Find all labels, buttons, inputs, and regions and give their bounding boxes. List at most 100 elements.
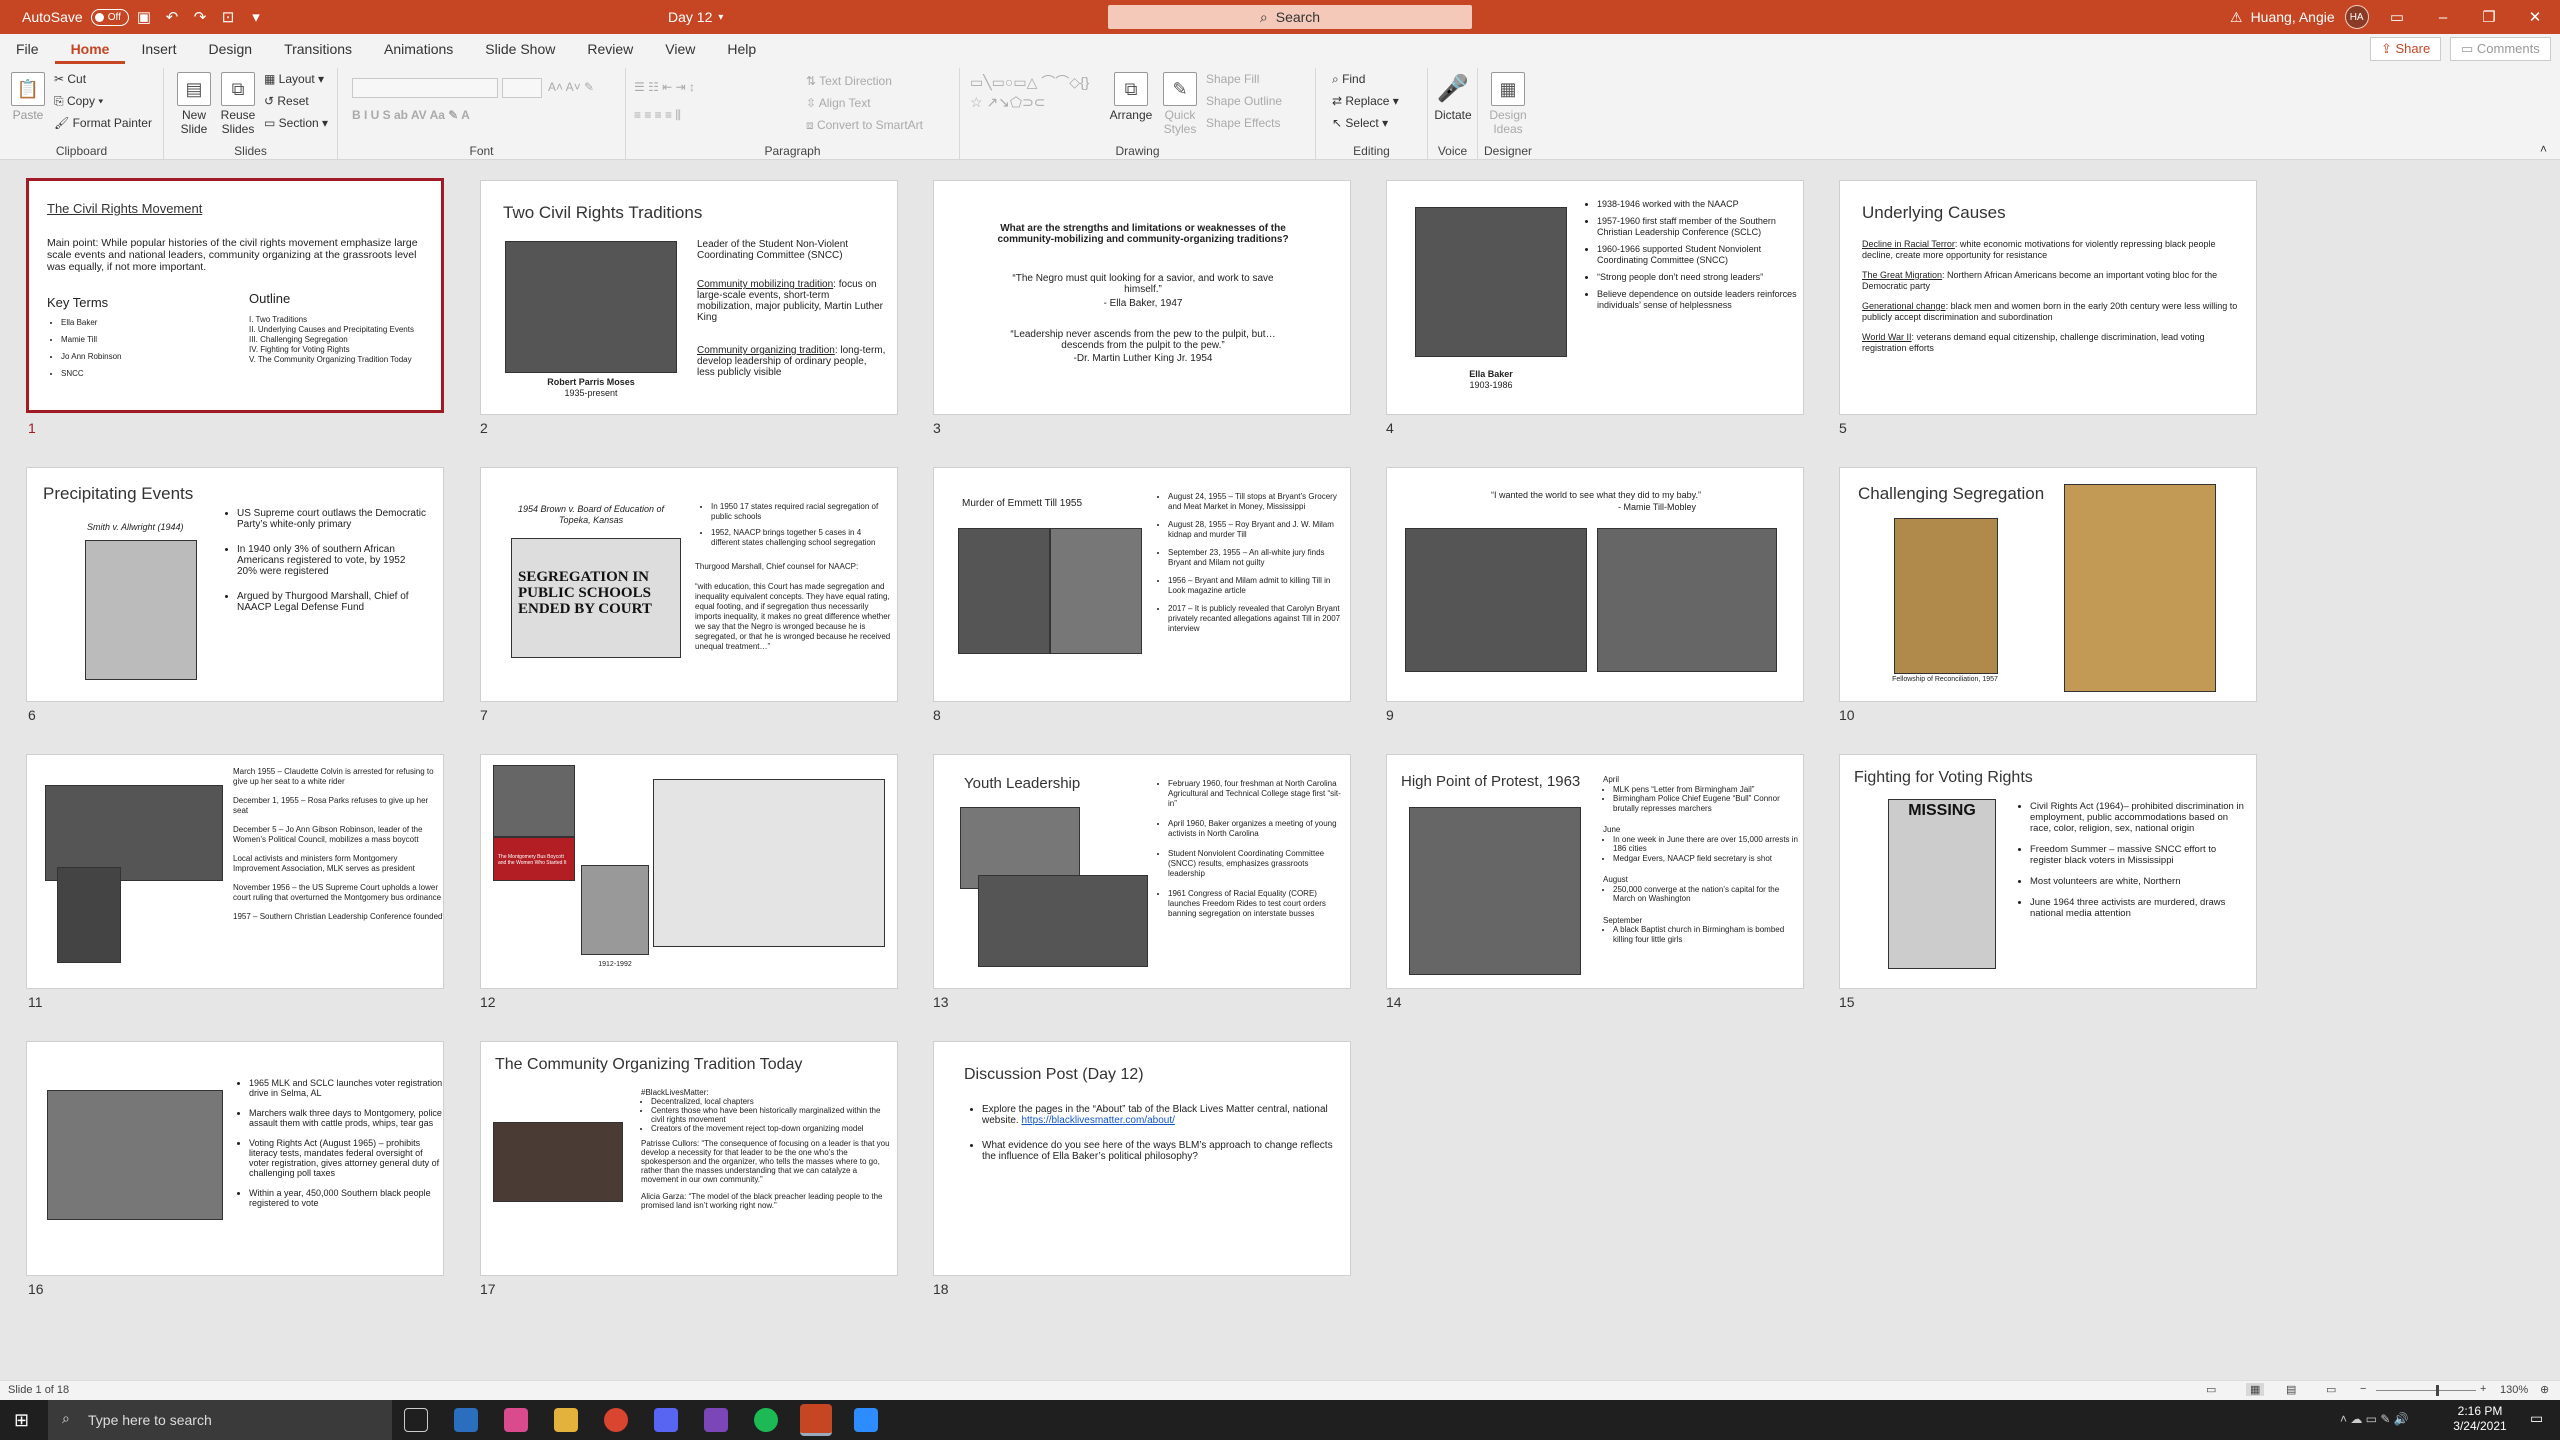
slide-thumbnail-2[interactable]: Two Civil Rights Traditions Robert Parri… — [480, 180, 898, 415]
share-button[interactable]: ⇪ Share — [2370, 37, 2442, 61]
replace-button[interactable]: ⇄ Replace ▾ — [1332, 94, 1399, 108]
tab-transitions[interactable]: Transitions — [268, 34, 368, 64]
shape-fill-button[interactable]: Shape Fill — [1206, 72, 1259, 86]
shape-effects-button[interactable]: Shape Effects — [1206, 116, 1281, 130]
shape-outline-button[interactable]: Shape Outline — [1206, 94, 1282, 108]
windows-start-icon[interactable]: ⊞ — [14, 1410, 29, 1431]
steam-icon[interactable] — [454, 1408, 478, 1432]
zoom-level[interactable]: 130% — [2500, 1384, 2528, 1396]
minimize-icon[interactable]: – — [2420, 9, 2466, 26]
slide-thumbnail-16[interactable]: 1965 MLK and SCLC launches voter registr… — [26, 1041, 444, 1276]
tab-review[interactable]: Review — [571, 34, 649, 64]
comments-button[interactable]: ▭ Comments — [2450, 37, 2551, 61]
zoom-in-icon[interactable]: + — [2480, 1383, 2486, 1395]
task-view-icon[interactable] — [404, 1408, 428, 1432]
design-ideas-button[interactable]: ▦ Design Ideas — [1484, 72, 1532, 136]
slide-thumbnail-15[interactable]: Fighting for Voting Rights MISSING Civil… — [1839, 754, 2257, 989]
align-text-button[interactable]: ⇳ Align Text — [806, 96, 871, 110]
quick-styles-button[interactable]: ✎ Quick Styles — [1158, 72, 1202, 136]
app-icon[interactable] — [504, 1408, 528, 1432]
tab-view[interactable]: View — [649, 34, 711, 64]
document-title[interactable]: Day 12 ▾ — [668, 0, 723, 34]
slide-sorter-view-icon[interactable]: ▦ — [2246, 1383, 2265, 1396]
warning-icon[interactable]: ⚠ — [2230, 9, 2243, 26]
spotify-icon[interactable] — [754, 1408, 778, 1432]
section-button[interactable]: ▭ Section ▾ — [264, 116, 328, 130]
slide-thumbnail-4[interactable]: Ella Baker 1903-1986 1938-1946 worked wi… — [1386, 180, 1804, 415]
ribbon-display-icon[interactable]: ▭ — [2374, 8, 2420, 26]
tab-animations[interactable]: Animations — [368, 34, 469, 64]
autosave[interactable]: AutoSave Off — [22, 0, 129, 34]
reset-button[interactable]: ↺ Reset — [264, 94, 309, 108]
smartart-button[interactable]: ⧈ Convert to SmartArt — [806, 118, 923, 133]
font-family-select[interactable] — [352, 78, 498, 98]
clock[interactable]: 2:16 PM 3/24/2021 — [2440, 1404, 2520, 1434]
discord-icon[interactable] — [654, 1408, 678, 1432]
select-button[interactable]: ↖ Select ▾ — [1332, 116, 1388, 130]
slideshow-view-icon[interactable]: ▭ — [2326, 1383, 2336, 1396]
taskbar-search[interactable]: ⌕ Type here to search — [48, 1400, 392, 1440]
slide-thumbnail-13[interactable]: Youth Leadership February 1960, four fre… — [933, 754, 1351, 989]
grow-font-icon[interactable]: A˄ A˅ ✎ — [548, 80, 594, 94]
copy-button[interactable]: ⎘ Copy ▾ — [54, 94, 103, 109]
slide-thumbnail-14[interactable]: High Point of Protest, 1963 April MLK pe… — [1386, 754, 1804, 989]
slide-thumbnail-9[interactable]: “I wanted the world to see what they did… — [1386, 467, 1804, 702]
system-tray-icons[interactable]: ˄ ☁ ▭ ✎ 🔊 — [2340, 1412, 2409, 1426]
slide-thumbnail-3[interactable]: What are the strengths and limitations o… — [933, 180, 1351, 415]
cut-button[interactable]: ✂ Cut — [54, 72, 86, 86]
slide-thumbnail-7[interactable]: 1954 Brown v. Board of Education of Tope… — [480, 467, 898, 702]
collapse-ribbon-icon[interactable]: ˄ — [2540, 142, 2547, 156]
tab-design[interactable]: Design — [192, 34, 268, 64]
shapes-gallery[interactable]: ▭╲▭○▭△ ⌒⌒◇{}☆ ↗↘⬠⊃⊂ — [970, 72, 1090, 112]
align-icons[interactable]: ≡ ≡ ≡ ≡ ⫼ — [634, 108, 681, 123]
zoom-out-icon[interactable]: − — [2360, 1383, 2366, 1395]
restore-icon[interactable]: ❐ — [2466, 8, 2512, 26]
autosave-toggle[interactable]: Off — [90, 8, 129, 26]
search-box[interactable]: ⌕ Search — [1108, 5, 1472, 29]
tab-home[interactable]: Home — [54, 34, 126, 64]
slide-thumbnail-17[interactable]: The Community Organizing Tradition Today… — [480, 1041, 898, 1276]
slide-thumbnail-8[interactable]: Murder of Emmett Till 1955 August 24, 19… — [933, 467, 1351, 702]
powerpoint-icon[interactable] — [800, 1404, 832, 1436]
present-icon[interactable]: ⊡ — [214, 8, 242, 26]
slide-thumbnail-1[interactable]: The Civil Rights Movement Main point: Wh… — [26, 178, 444, 413]
user-name[interactable]: Huang, Angie — [2251, 9, 2335, 25]
paste-button[interactable]: 📋 Paste — [8, 72, 48, 122]
slide-thumbnail-11[interactable]: March 1955 – Claudette Colvin is arreste… — [26, 754, 444, 989]
format-icons[interactable]: B I U S ab AV Aa ✎ A — [352, 108, 470, 122]
layout-button[interactable]: ▦ Layout ▾ — [264, 72, 324, 86]
customize-qat-icon[interactable]: ▾ — [242, 8, 270, 26]
notification-icon[interactable]: ▭ — [2530, 1410, 2543, 1427]
chrome-icon[interactable] — [604, 1408, 628, 1432]
tab-file[interactable]: File — [0, 34, 55, 64]
format-painter-button[interactable]: 🖌 Format Painter — [54, 116, 152, 130]
avatar[interactable]: HA — [2344, 5, 2369, 29]
slide-thumbnail-18[interactable]: Discussion Post (Day 12) Explore the pag… — [933, 1041, 1351, 1276]
undo-icon[interactable]: ↶ — [158, 8, 186, 26]
dictate-button[interactable]: 🎤 Dictate — [1432, 72, 1474, 122]
tab-slide-show[interactable]: Slide Show — [469, 34, 571, 64]
find-button[interactable]: ⌕ Find — [1332, 72, 1365, 87]
fit-to-window-icon[interactable]: ⊕ — [2540, 1383, 2549, 1396]
slide-thumbnail-10[interactable]: Challenging Segregation Fellowship of Re… — [1839, 467, 2257, 702]
redo-icon[interactable]: ↷ — [186, 8, 214, 26]
slack-icon[interactable] — [704, 1408, 728, 1432]
close-icon[interactable]: ✕ — [2512, 8, 2558, 26]
zoom-slider-thumb[interactable] — [2436, 1385, 2439, 1396]
arrange-button[interactable]: ⧉ Arrange — [1108, 72, 1154, 122]
new-slide-button[interactable]: ▤ New Slide — [174, 72, 214, 136]
zoom-app-icon[interactable] — [854, 1408, 878, 1432]
reuse-slides-button[interactable]: ⧉ Reuse Slides — [218, 72, 258, 136]
font-size-select[interactable] — [502, 78, 542, 98]
reading-view-icon[interactable]: ▤ — [2286, 1383, 2296, 1396]
tab-help[interactable]: Help — [711, 34, 772, 64]
zoom-slider[interactable] — [2376, 1390, 2476, 1391]
file-explorer-icon[interactable] — [554, 1408, 578, 1432]
tab-insert[interactable]: Insert — [125, 34, 192, 64]
slide-thumbnail-6[interactable]: Precipitating Events Smith v. Allwright … — [26, 467, 444, 702]
slide-thumbnail-5[interactable]: Underlying Causes Decline in Racial Terr… — [1839, 180, 2257, 415]
text-direction-button[interactable]: ⇅ Text Direction — [806, 74, 892, 88]
blm-about-link[interactable]: https://blacklivesmatter.com/about/ — [1021, 1115, 1174, 1126]
list-icons[interactable]: ☰ ☷ ⇤ ⇥ ↕ — [634, 80, 695, 94]
save-icon[interactable]: ▣ — [130, 8, 158, 26]
